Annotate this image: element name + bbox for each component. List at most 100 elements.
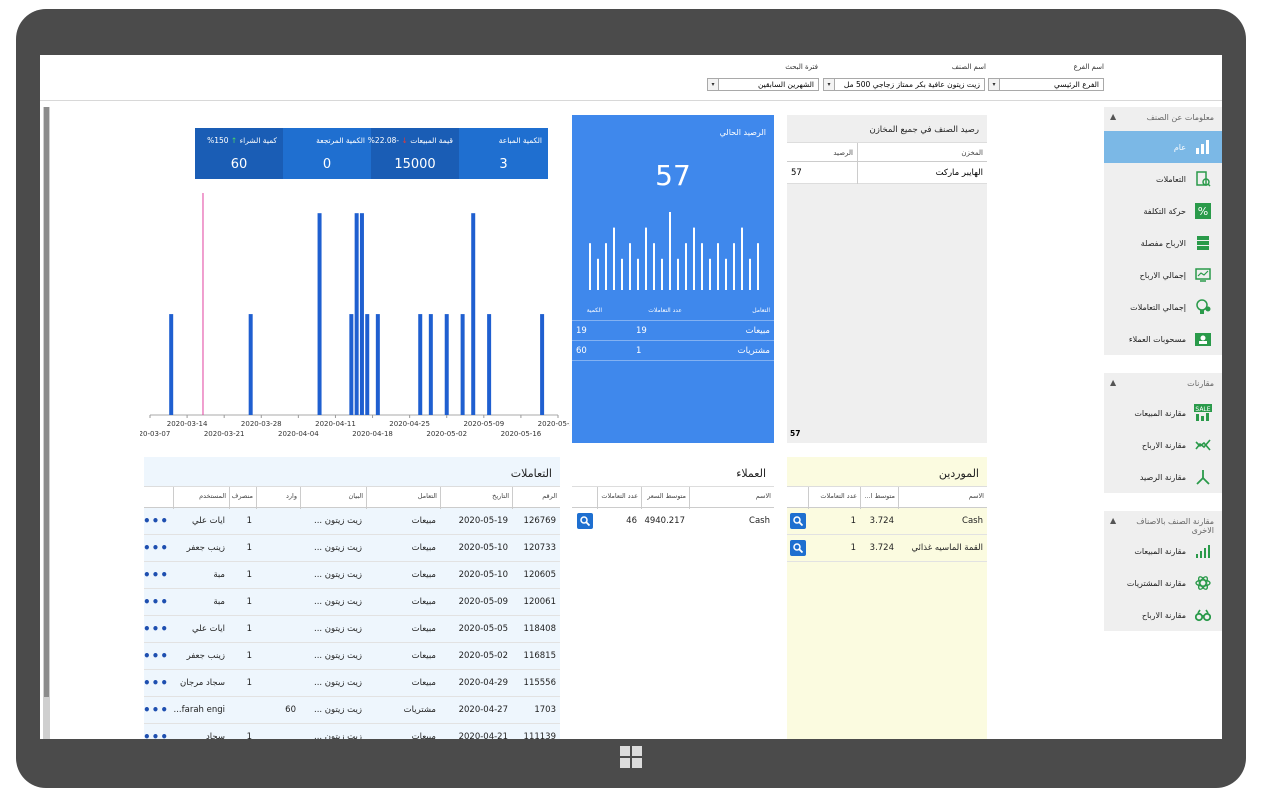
more-options-icon[interactable]: ••• [144,589,173,616]
header-name: الاسم [689,487,774,509]
branch-select[interactable]: ▾ الفرع الرئيسي [988,78,1104,91]
sidebar-section-title[interactable]: ▲ مقارنات [1104,373,1222,397]
tx-description: زيت زيتون ... [314,516,362,526]
chart-bar[interactable] [359,213,364,415]
column-divider [857,143,858,163]
supplier-row[interactable]: Cash 3.724 1 [787,508,987,535]
chevron-down-icon: ▾ [989,79,1000,90]
search-icon[interactable] [790,513,806,529]
tx-out: 1 [246,543,252,553]
more-options-icon[interactable]: ••• [144,562,173,589]
transaction-row[interactable]: 118408 2020-05-05 مبيعات زيت زيتون ... 1 ايات… [144,616,560,643]
suppliers-header: الاسم متوسط ا... عدد التعاملات [787,486,987,509]
tx-in [256,616,300,643]
chart-bar[interactable] [540,314,545,415]
transaction-row[interactable]: 120605 2020-05-10 مبيعات زيت زيتون ... 1 مبة •… [144,562,560,589]
sidebar-item-compare-sales-items[interactable]: مقارنة المبيعات [1104,535,1222,567]
more-options-icon[interactable]: ••• [144,535,173,562]
sidebar-item-general[interactable]: عام [1104,131,1222,163]
sidebar-item-cost-movement[interactable]: % حركة التكلفة [1104,195,1222,227]
chart-bar[interactable] [317,213,322,415]
scrollbar-thumb[interactable] [44,107,49,697]
chart-bar[interactable] [444,314,449,415]
sidebar-item-compare-profits[interactable]: مقارنة الارباح [1104,429,1222,461]
chart-bar[interactable] [365,314,370,415]
tx-number: 1703 [534,705,556,715]
section-title-text: مقارنات [1187,379,1214,388]
arrow-up-icon: ↑ [230,136,238,145]
stats-bar: الكمية المباعة 3 قيمة المبيعات ↓ -22.08%… [195,128,548,179]
sidebar-item-compare-profits-items[interactable]: مقارنة الارباح [1104,599,1222,631]
sidebar-item-compare-sales[interactable]: SALE مقارنة المبيعات [1104,397,1222,429]
more-options-icon[interactable]: ••• [144,643,173,670]
transaction-row[interactable]: 120061 2020-05-09 مبيعات زيت زيتون ... 1 مبة •… [144,589,560,616]
sidebar-item-customer-withdrawals[interactable]: مسحوبات العملاء [1104,323,1222,355]
chart-bar[interactable] [349,314,354,415]
chart-bar[interactable] [248,314,253,415]
windows-logo-icon[interactable] [620,746,642,768]
header-out: منصرف [229,487,256,509]
transaction-row[interactable]: 1703 2020-04-27 مشتريات زيت زيتون ... 60 fara… [144,697,560,724]
header-type: التعامل [752,307,770,314]
sidebar-item-total-transactions[interactable]: إجمالي التعاملات [1104,291,1222,323]
sparkline-bar [733,243,735,290]
more-options-icon[interactable]: ••• [144,670,173,697]
transaction-row[interactable]: 111139 2020-04-21 مبيعات زيت زيتون ... 1 سجاد… [144,724,560,739]
sidebar-item-transactions[interactable]: التعاملات [1104,163,1222,195]
bulb-gear-icon [1194,298,1212,316]
tx-in [256,724,300,739]
period-select[interactable]: ▾ الشهرين السابقين [707,78,819,91]
sidebar-item-label: إجمالي الارباح [1139,270,1186,280]
sidebar-item-compare-balance[interactable]: مقارنة الرصيد [1104,461,1222,493]
chart-bar[interactable] [354,213,359,415]
vertical-scrollbar[interactable] [43,107,50,739]
more-options-icon[interactable]: ••• [144,508,173,535]
chart-bar[interactable] [428,314,433,415]
chart-bar[interactable] [460,314,465,415]
item-select[interactable]: ▾ زيت زيتون عافية بكر ممتاز زجاجي 500 مل [823,78,985,91]
search-icon[interactable] [790,540,806,556]
more-options-icon[interactable]: ••• [144,724,173,739]
row-qty: 60 [576,346,587,356]
tx-number: 126769 [523,516,556,526]
transactions-title: التعاملات [510,467,552,480]
chart-tick-label-top: 2020-05-23 [538,420,570,428]
sidebar-item-total-profits[interactable]: إجمالي الارباح [1104,259,1222,291]
sparkline-bar [613,227,615,290]
tx-type: مبيعات [411,624,436,634]
stores-row[interactable]: الهايبر ماركت 57 [787,162,987,184]
chart-bar[interactable] [418,314,423,415]
sparkline-bar [725,258,727,290]
transaction-row[interactable]: 115556 2020-04-29 مبيعات زيت زيتون ... 1 سجاد… [144,670,560,697]
sidebar-item-label: عام [1173,142,1186,152]
chart-bar[interactable] [169,314,174,415]
transaction-row[interactable]: 116815 2020-05-02 مبيعات زيت زيتون ... 1 زينب… [144,643,560,670]
more-options-icon[interactable]: ••• [144,697,173,724]
chart-tick-label-bottom: 2020-04-04 [278,430,319,438]
sidebar-item-label: مقارنة المبيعات [1134,546,1186,556]
transaction-row[interactable]: 126769 2020-05-19 مبيعات زيت زيتون ... 1 ايات… [144,508,560,535]
sidebar-item-compare-purchases-items[interactable]: مقارنة المشتريات [1104,567,1222,599]
customer-row[interactable]: Cash 4940.217 46 [572,508,774,535]
chart-bar[interactable] [471,213,476,415]
tx-out: 1 [246,516,252,526]
supplier-row[interactable]: القمة الماسيه غذائي 3.724 1 [787,535,987,562]
chart-bar[interactable] [487,314,492,415]
sparkline-bar [669,212,671,290]
store-balance: 57 [791,168,802,178]
transaction-row[interactable]: 120733 2020-05-10 مبيعات زيت زيتون ... 1 زينب… [144,535,560,562]
tx-out: 1 [246,678,252,688]
sidebar-item-detailed-profits[interactable]: الارباح مفصلة [1104,227,1222,259]
stat-returned-qty: الكمية المرتجعة 0 [283,128,371,179]
chart-tick-label-top: 2020-04-25 [389,420,430,428]
sidebar-section-title[interactable]: ▲ معلومات عن الصنف [1104,107,1222,131]
tx-type: مبيعات [411,651,436,661]
stat-value: 60 [230,157,248,172]
sidebar-section-title[interactable]: ▲ مقارنة الصنف بالاصناف الاخرى [1104,511,1222,535]
stat-value: 15000 [394,157,436,172]
more-options-icon[interactable]: ••• [144,616,173,643]
chart-bar[interactable] [375,314,380,415]
stores-balance-panel: رصيد الصنف في جميع المخازن المخزن الرصيد… [787,115,987,443]
search-icon[interactable] [577,513,593,529]
balance-sparkline [589,212,759,290]
